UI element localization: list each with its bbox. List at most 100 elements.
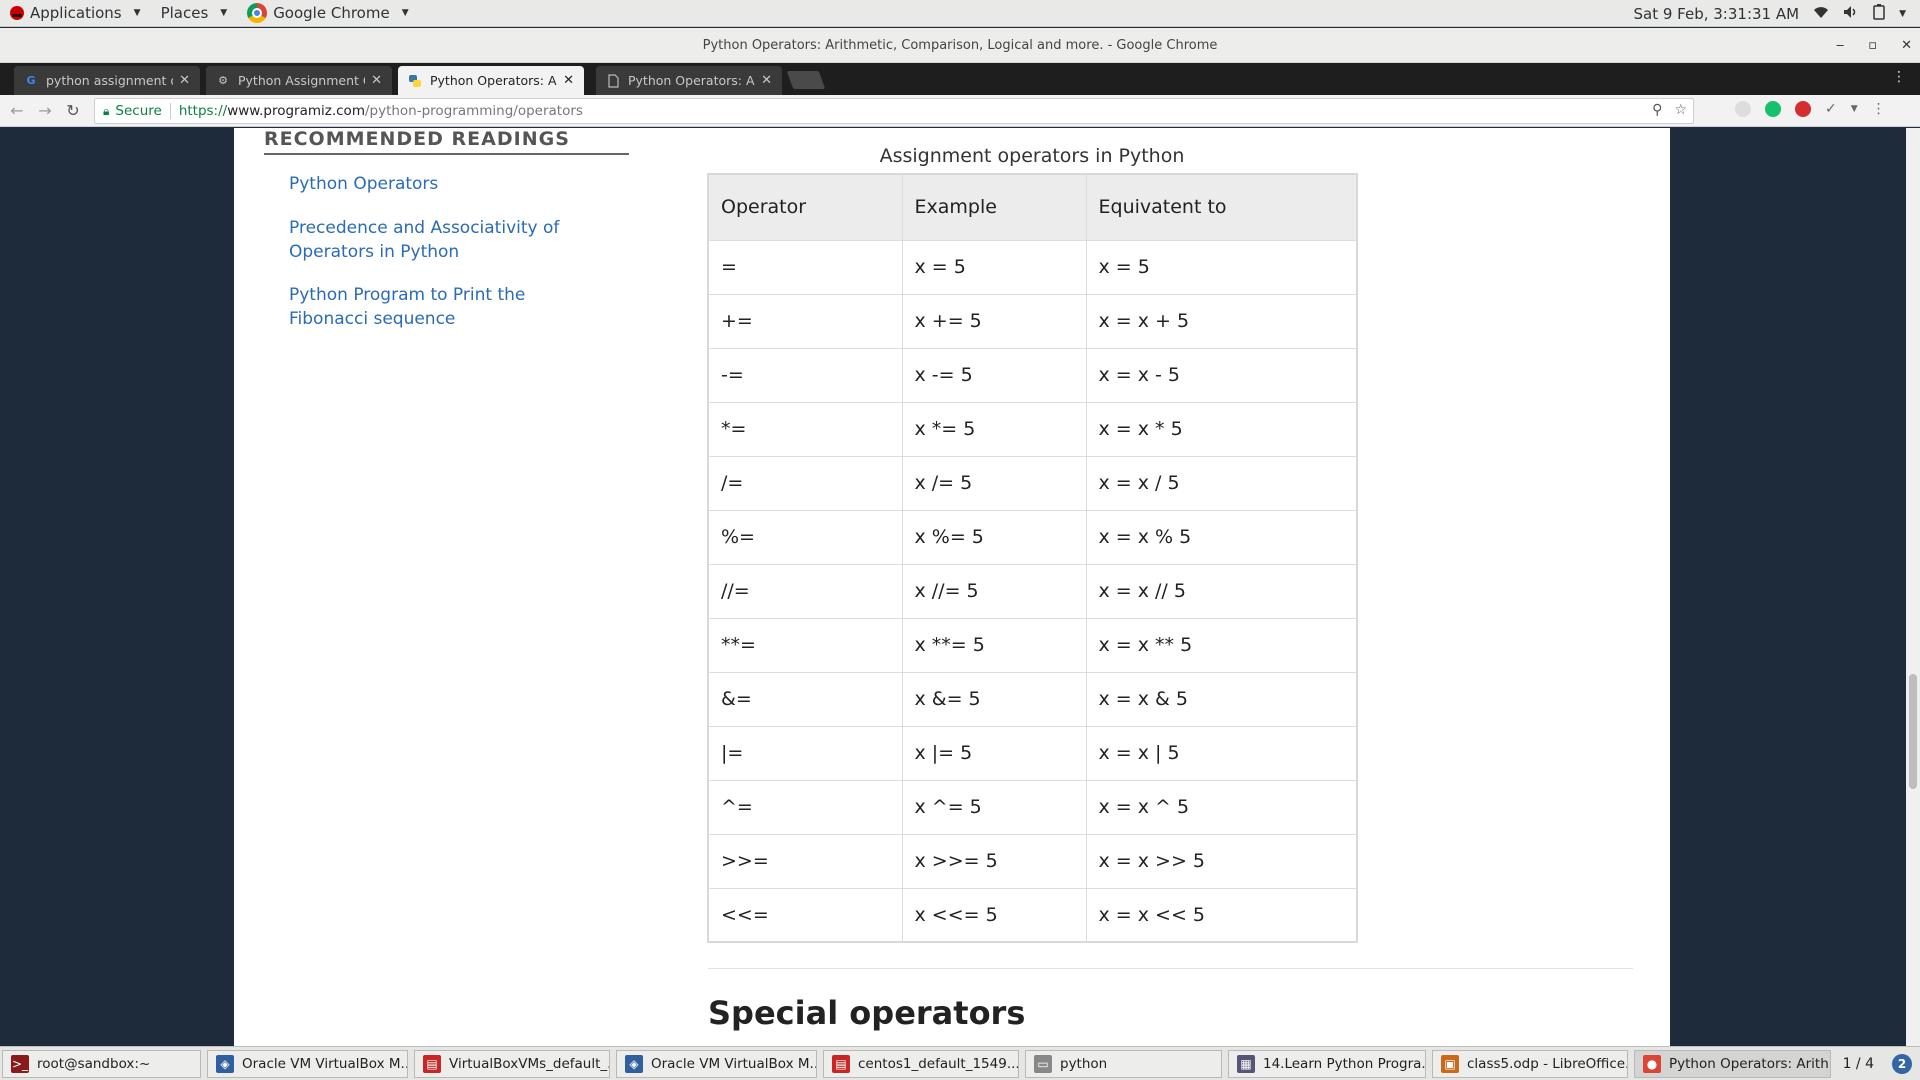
applications-menu[interactable]: Applications ▼ — [0, 0, 151, 27]
redhat-icon — [10, 6, 24, 20]
table-row: *= x *= 5x = x * 5 — [708, 401, 1358, 456]
table-row: |= x |= 5x = x | 5 — [708, 725, 1358, 780]
taskbar-item-label: Python Operators: Arith... — [1669, 1056, 1831, 1072]
example-cell: x |= 5 — [902, 725, 1087, 780]
places-menu[interactable]: Places ▼ — [151, 0, 238, 27]
example-cell: x -= 5 — [902, 347, 1087, 402]
caret-down-icon: ▼ — [133, 8, 141, 18]
operator-cell: <<= — [708, 887, 903, 942]
operator-cell: ^= — [708, 779, 903, 834]
page-icon — [606, 73, 620, 88]
link-line: Python Operators — [289, 174, 439, 194]
operator-cell: &= — [708, 671, 903, 726]
chrome-menu-icon[interactable]: ⋮ — [1872, 101, 1886, 117]
link-line: Precedence and Associativity of — [289, 218, 560, 238]
recommended-link-2[interactable]: Python Program to Print the Fibonacci se… — [289, 283, 525, 331]
tab-0[interactable]: G python assignment op ✕ — [14, 66, 200, 95]
zoom-icon[interactable]: ⚲ — [1652, 102, 1662, 118]
taskbar-item[interactable]: >_ root@sandbox:~ — [2, 1050, 201, 1078]
window-icon: ▭ — [1034, 1055, 1052, 1073]
recommended-link-1[interactable]: Precedence and Associativity of Operator… — [289, 216, 559, 264]
taskbar-item[interactable]: ▣ class5.odp - LibreOffice... — [1432, 1050, 1628, 1078]
equivalent-cell: x = x % 5 — [1086, 509, 1358, 564]
folder-icon: ▤ — [832, 1055, 850, 1073]
notification-icon[interactable]: 2 — [1892, 1054, 1912, 1074]
grammarly-icon[interactable] — [1765, 101, 1781, 117]
equivalent-cell: x = x | 5 — [1086, 725, 1358, 780]
operator-cell: **= — [708, 617, 903, 672]
workspace-pager[interactable]: 1 / 4 — [1843, 1050, 1874, 1078]
folder-icon: ▤ — [423, 1055, 441, 1073]
close-window-icon[interactable]: ✕ — [1901, 38, 1912, 53]
secure-label: Secure — [115, 103, 162, 119]
page-scrollbar[interactable] — [1906, 128, 1920, 1046]
table-row: **= x **= 5x = x ** 5 — [708, 617, 1358, 672]
taskbar-item-label: class5.odp - LibreOffice... — [1467, 1056, 1628, 1072]
extension-icon[interactable]: ✓ — [1825, 101, 1837, 117]
url-path: /python-programming/operators — [364, 103, 583, 119]
tab-2[interactable]: Python Operators: Arit ✕ — [398, 66, 584, 95]
link-line: Fibonacci sequence — [289, 309, 456, 329]
active-app-menu[interactable]: Google Chrome ▼ — [237, 0, 418, 27]
close-tab-icon[interactable]: ✕ — [371, 73, 382, 88]
system-menu-caret-icon[interactable]: ▼ — [1899, 9, 1906, 19]
tab-overflow-icon[interactable]: ⋮ — [1892, 69, 1906, 85]
example-cell: x <<= 5 — [902, 887, 1087, 942]
tab-label: Python Assignment Op — [238, 73, 365, 88]
equivalent-cell: x = x << 5 — [1086, 887, 1358, 942]
google-icon: G — [26, 74, 36, 87]
example-cell: x ^= 5 — [902, 779, 1087, 834]
taskbar-item[interactable]: ◈ Oracle VM VirtualBox M... — [616, 1050, 817, 1078]
bookmark-star-icon[interactable]: ☆ — [1674, 102, 1687, 118]
recommended-link-0[interactable]: Python Operators — [289, 172, 438, 196]
places-label: Places — [160, 4, 209, 22]
table-row: += x += 5x = x + 5 — [708, 293, 1358, 348]
taskbar-item[interactable]: ◈ Oracle VM VirtualBox M... — [207, 1050, 408, 1078]
operator-cell: -= — [708, 347, 903, 402]
address-bar[interactable]: 🔒︎ Secure https://www.programiz.com/pyth… — [94, 98, 1694, 124]
caret-down-icon: ▼ — [220, 8, 228, 18]
close-tab-icon[interactable]: ✕ — [563, 73, 574, 88]
wifi-icon[interactable] — [1813, 5, 1829, 23]
omnibox-divider — [169, 103, 171, 119]
taskbar-item[interactable]: ● Python Operators: Arith... — [1634, 1050, 1831, 1078]
table-caption: Assignment operators in Python — [879, 145, 1185, 167]
tab-1[interactable]: ⚙ Python Assignment Op ✕ — [206, 66, 392, 95]
example-cell: x += 5 — [902, 293, 1087, 348]
taskbar-item[interactable]: ▤ VirtualBoxVMs_default_... — [414, 1050, 610, 1078]
maximize-icon[interactable]: ▫ — [1868, 38, 1877, 53]
forward-icon[interactable]: → — [34, 101, 56, 120]
page-content: RECOMMENDED READINGS Python Operators Pr… — [234, 128, 1670, 1046]
taskbar-item[interactable]: ▭ python — [1025, 1050, 1222, 1078]
tab-3[interactable]: Python Operators: Arit ✕ — [596, 66, 782, 95]
volume-icon[interactable] — [1843, 5, 1859, 23]
close-tab-icon[interactable]: ✕ — [761, 73, 772, 88]
equivalent-cell: x = x / 5 — [1086, 455, 1358, 510]
impress-icon: ▣ — [1441, 1055, 1459, 1073]
back-icon[interactable]: ← — [6, 101, 28, 120]
equivalent-cell: x = x * 5 — [1086, 401, 1358, 456]
tab-label: python assignment op — [46, 73, 174, 88]
example-cell: x &= 5 — [902, 671, 1087, 726]
python-icon — [408, 74, 422, 88]
extension-badge-icon[interactable] — [1795, 101, 1811, 117]
reload-icon[interactable]: ↻ — [62, 101, 84, 120]
equivalent-cell: x = x ^ 5 — [1086, 779, 1358, 834]
virtualbox-icon: ◈ — [625, 1055, 643, 1073]
scrollbar-thumb[interactable] — [1909, 674, 1917, 789]
minimize-icon[interactable]: ‒ — [1836, 38, 1844, 53]
operator-cell: %= — [708, 509, 903, 564]
extensions-caret-icon[interactable]: ▼ — [1851, 104, 1858, 114]
taskbar-item[interactable]: ▦ 14.Learn Python Progra... — [1228, 1050, 1426, 1078]
table-row: ^= x ^= 5x = x ^ 5 — [708, 779, 1358, 834]
battery-icon[interactable] — [1873, 3, 1885, 24]
taskbar-item-label: 14.Learn Python Progra... — [1263, 1056, 1426, 1072]
extension-icon[interactable] — [1735, 101, 1751, 117]
new-tab-button[interactable] — [786, 71, 826, 89]
column-header: Equivatent to — [1086, 174, 1358, 240]
close-tab-icon[interactable]: ✕ — [179, 73, 190, 88]
clock[interactable]: Sat 9 Feb, 3:31:31 AM — [1634, 5, 1800, 23]
table-row: //= x //= 5x = x // 5 — [708, 563, 1358, 618]
taskbar-item[interactable]: ▤ centos1_default_1549... — [823, 1050, 1019, 1078]
table-header-row: Operator Example Equivatent to — [708, 174, 1358, 240]
